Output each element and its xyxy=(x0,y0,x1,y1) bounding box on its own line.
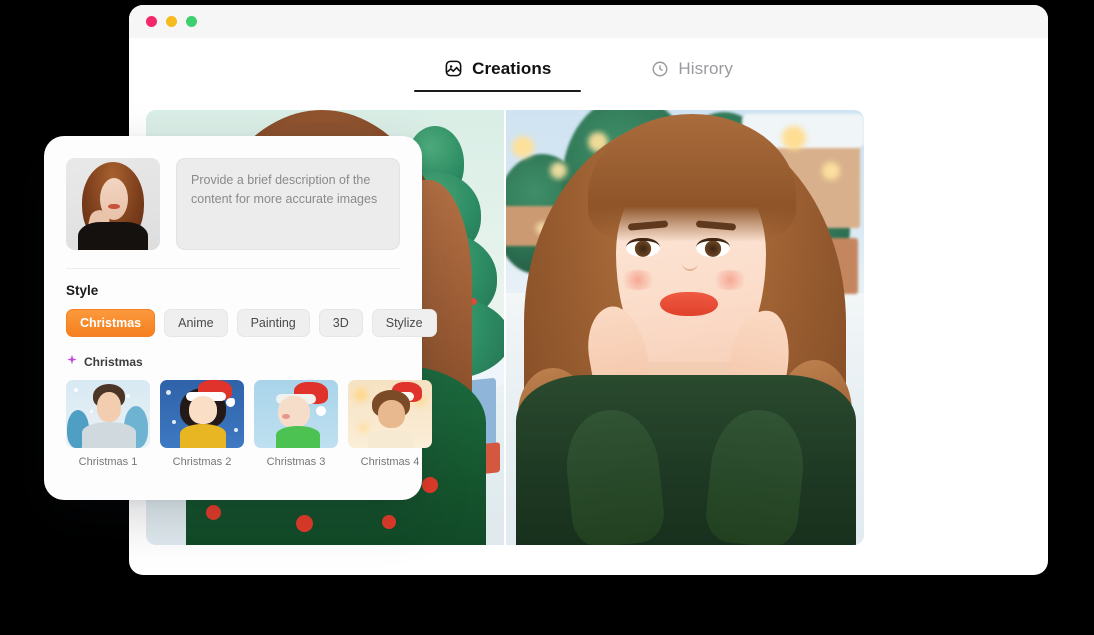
style-chip-3d[interactable]: 3D xyxy=(318,309,363,337)
preset-group-header: Christmas xyxy=(66,353,400,371)
preset-caption-1: Christmas 1 xyxy=(78,456,138,468)
sparkle-icon xyxy=(66,353,78,371)
clock-icon xyxy=(651,60,669,78)
generated-image-2-art xyxy=(506,110,864,545)
tab-creations[interactable]: Creations xyxy=(414,53,582,92)
maximize-button[interactable] xyxy=(186,16,197,27)
panel-input-row: Provide a brief description of the conte… xyxy=(66,158,400,250)
style-chip-group: Christmas Anime Painting 3D Stylize xyxy=(66,309,437,337)
uploaded-reference-photo[interactable] xyxy=(66,158,160,250)
window-titlebar xyxy=(129,5,1048,38)
preset-thumb-list: Christmas 1 Christmas 2 Christmas 3 Chri… xyxy=(66,380,432,468)
style-chip-christmas[interactable]: Christmas xyxy=(66,309,156,337)
preset-thumb-christmas-3[interactable] xyxy=(254,380,338,448)
preset-caption-3: Christmas 3 xyxy=(266,456,326,468)
tab-bar: Creations Hisrory xyxy=(129,38,1048,100)
preset-item-3: Christmas 3 xyxy=(254,380,338,468)
generated-image-2[interactable] xyxy=(506,110,864,545)
minimize-button[interactable] xyxy=(166,16,177,27)
tab-history[interactable]: Hisrory xyxy=(621,53,763,92)
screenshot-stage: Creations Hisrory Provide a brief descri… xyxy=(0,0,1094,635)
preset-item-1: Christmas 1 xyxy=(66,380,150,468)
tab-history-label: Hisrory xyxy=(678,58,733,78)
style-chip-stylize[interactable]: Stylize xyxy=(371,309,437,337)
preset-caption-4: Christmas 4 xyxy=(360,456,420,468)
preset-item-4: Christmas 4 xyxy=(348,380,432,468)
image-icon xyxy=(444,59,463,78)
style-chip-painting[interactable]: Painting xyxy=(236,309,310,337)
prompt-input[interactable]: Provide a brief description of the conte… xyxy=(176,158,400,250)
style-chip-anime[interactable]: Anime xyxy=(164,309,228,337)
preset-thumb-christmas-2[interactable] xyxy=(160,380,244,448)
panel-divider xyxy=(66,268,400,269)
style-section-title: Style xyxy=(66,283,99,298)
preset-thumb-christmas-1[interactable] xyxy=(66,380,150,448)
preset-thumb-christmas-4[interactable] xyxy=(348,380,432,448)
generation-panel: Provide a brief description of the conte… xyxy=(44,136,437,500)
preset-group-label: Christmas xyxy=(84,355,143,369)
preset-item-2: Christmas 2 xyxy=(160,380,244,468)
tab-creations-label: Creations xyxy=(472,58,552,78)
preset-caption-2: Christmas 2 xyxy=(172,456,232,468)
close-button[interactable] xyxy=(146,16,157,27)
